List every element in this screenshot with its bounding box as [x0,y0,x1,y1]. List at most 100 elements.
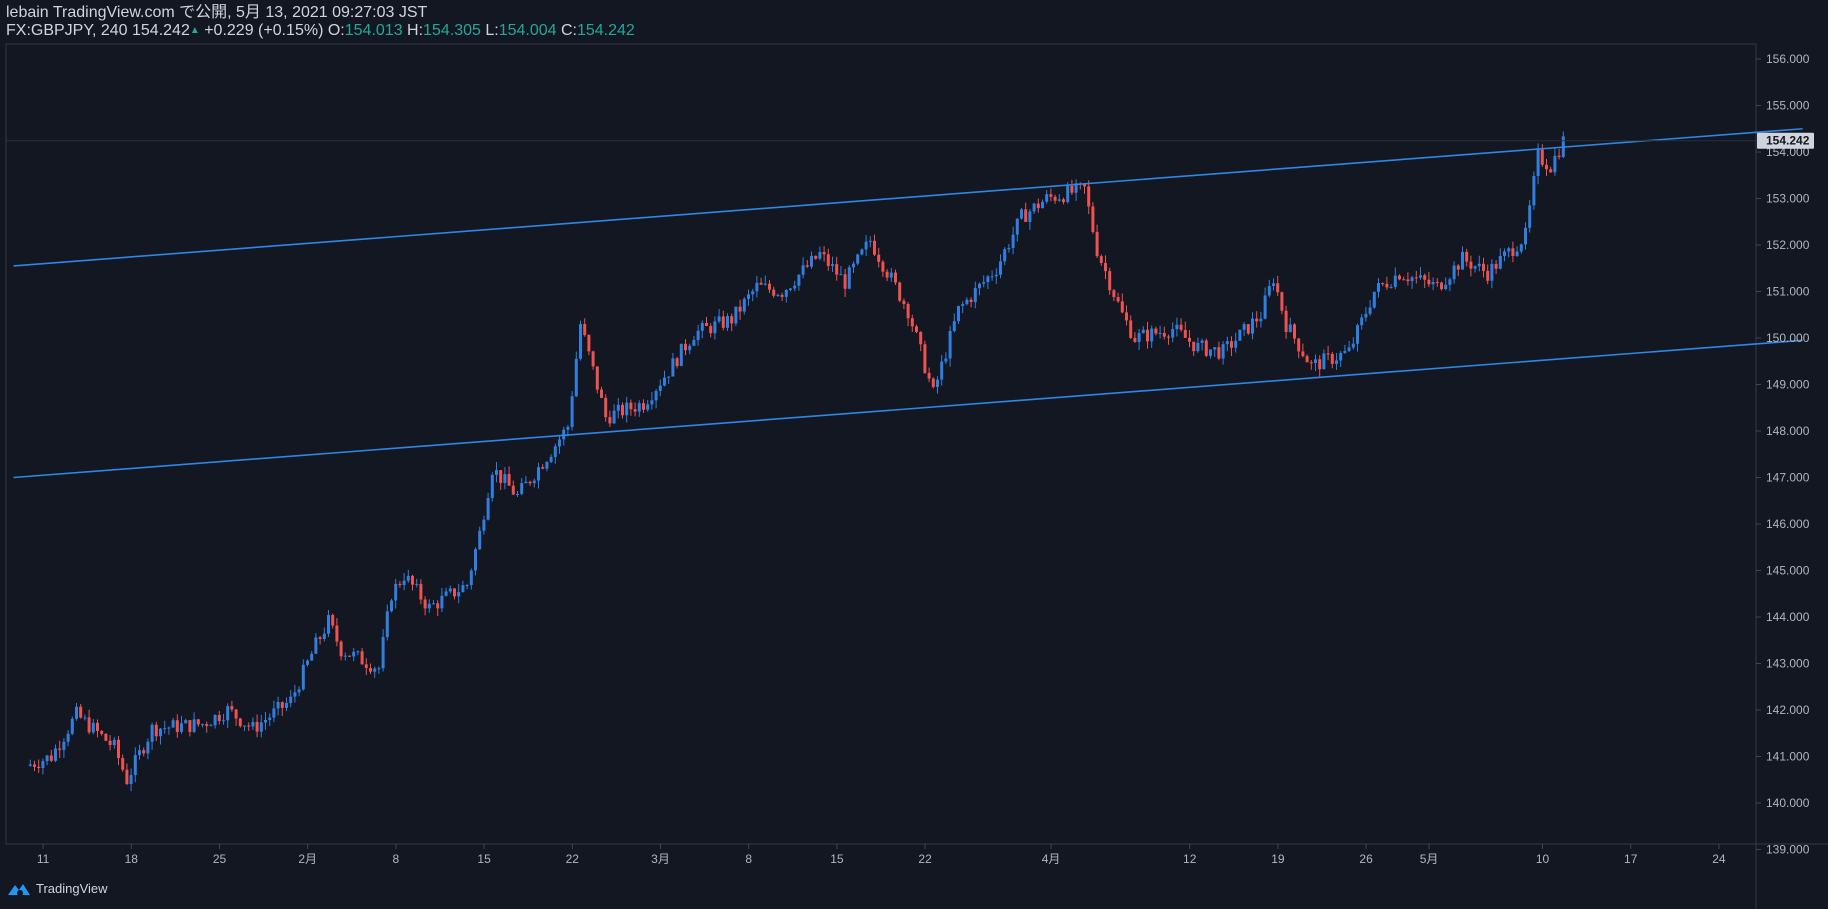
candle-body [1183,329,1187,338]
candle-body [805,265,809,267]
candles-layer [28,131,1565,792]
candle-body [898,282,902,301]
candle-body [1364,313,1368,318]
candle-body [1020,209,1023,219]
candle-body [96,722,99,732]
candle-body [1335,360,1338,364]
price-tick-label: 147.000 [1766,471,1810,485]
candle-body [570,396,574,427]
candle-body [793,285,797,289]
time-tick-label: 26 [1359,852,1373,866]
candle-body [373,668,377,672]
candle-body [306,660,309,665]
candle-body [28,764,32,766]
price-tick-label: 150.000 [1766,331,1810,345]
candle-body [402,580,406,585]
candle-body [490,474,494,498]
time-tick-label: 10 [1536,852,1550,866]
candle-body [642,403,645,410]
candle-body [398,583,402,585]
candle-body [37,766,41,769]
candle-body [209,725,213,727]
candle-body [574,358,578,397]
candle-body [66,733,70,742]
time-tick-label: 24 [1712,852,1726,866]
time-axis[interactable]: 11 18 25 2月 8 15 22 3月 8 15 22 4月 12 19 26 5月 10 17 24 [37,844,1726,866]
candle-body [684,343,687,351]
candle-body [944,358,948,362]
price-tick-label: 156.000 [1766,52,1810,66]
candle-body [940,361,944,380]
candle-body [444,591,448,596]
candle-body [423,599,427,609]
candle-body [700,322,704,331]
candle-body [936,379,939,387]
candle-body [1469,261,1473,269]
candle-body [1553,155,1557,173]
time-tick-label: 25 [213,852,227,866]
candle-body [125,769,129,785]
candle-body [1456,265,1460,270]
candle-body [1549,169,1553,173]
candle-body [1213,347,1217,350]
candle-body [1255,318,1259,322]
candle-body [1087,186,1091,207]
candle-body [133,755,137,775]
candle-body [789,288,792,290]
price-tick-label: 143.000 [1766,657,1810,671]
candle-body [1356,325,1359,344]
time-tick-label: 12 [1183,852,1197,866]
candle-body [108,740,112,746]
candle-body [1028,211,1032,222]
candle-body [1221,344,1225,359]
candle-body [1095,231,1099,257]
candle-body [1519,244,1523,252]
candle-body [692,339,696,346]
candle-body [1041,201,1044,209]
candle-body [58,748,62,750]
candle-body [957,305,960,322]
candle-body [1314,359,1317,363]
candle-body [1288,324,1292,332]
candle-body [1477,263,1481,267]
candle-body [1192,341,1196,352]
candle-body [49,755,53,761]
candle-body [965,299,969,305]
candle-body [1137,333,1141,342]
candle-body [726,316,729,328]
price-axis[interactable]: 156.000155.000154.000153.000152.000151.0… [1756,52,1810,857]
candle-body [1372,291,1376,308]
candle-body [369,668,372,672]
candle-body [1557,155,1561,157]
candle-body [87,717,91,733]
candle-body [1158,333,1162,335]
candle-body [1091,206,1095,232]
candle-body [1381,283,1385,285]
candle-body [814,255,818,259]
trendline[interactable] [13,339,1803,479]
candle-body [184,720,188,724]
candle-body [1545,164,1548,170]
candle-body [1251,318,1254,334]
candle-body [495,470,498,475]
candle-body [314,637,318,654]
candle-body [873,240,876,255]
price-tick-label: 151.000 [1766,285,1810,299]
candle-body [1414,277,1418,279]
candle-body [327,615,330,634]
candle-body [461,585,465,593]
candle-body [667,376,671,378]
candle-body [1507,248,1511,252]
candle-body [1444,284,1448,290]
candle-body [818,252,822,259]
candle-body [549,456,553,463]
candle-body [234,709,238,719]
price-chart[interactable]: 156.000155.000154.000153.000152.000151.0… [0,0,1828,909]
candle-body [1209,349,1212,356]
candle-body [604,397,608,418]
price-tick-label: 153.000 [1766,192,1810,206]
candle-body [377,668,381,670]
tradingview-logo[interactable]: TradingView [6,881,108,896]
candle-body [835,264,839,275]
candle-body [990,276,994,278]
